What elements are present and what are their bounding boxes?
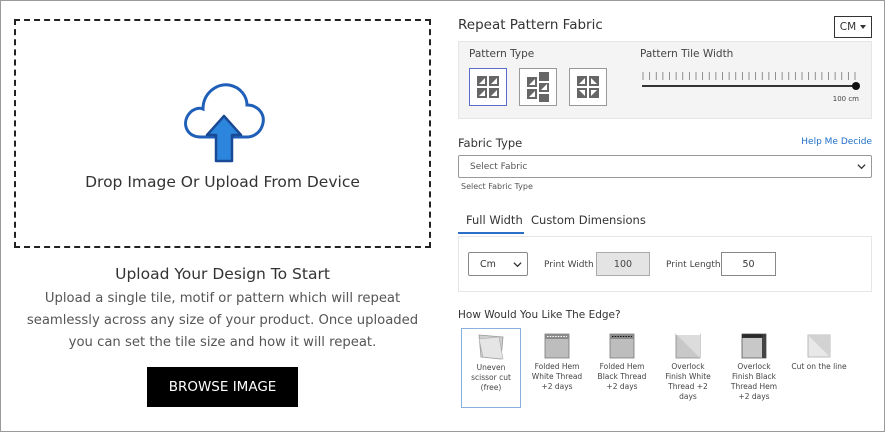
fabric-select-value: Select Fabric — [470, 161, 528, 172]
cloud-upload-icon — [184, 83, 265, 163]
pattern-option-grid[interactable] — [469, 68, 507, 106]
image-drop-zone[interactable]: Drop Image Or Upload From Device — [14, 19, 431, 248]
tab-full-width[interactable]: Full Width — [466, 213, 523, 227]
slider-track — [642, 85, 857, 87]
help-me-decide-link[interactable]: Help Me Decide — [801, 137, 872, 147]
edge-option-label: Overlock Finish Black Thread Hem +2 days — [730, 362, 778, 401]
print-width-input: 100 — [596, 252, 650, 276]
edge-option-cut-line[interactable]: Cut on the line — [789, 328, 849, 408]
slider-thumb[interactable] — [852, 82, 860, 90]
slider-ticks — [642, 72, 856, 80]
fabric-type-label: Fabric Type — [458, 136, 523, 150]
drop-instructions: Drop Image Or Upload From Device — [85, 173, 360, 191]
grid-repeat-icon — [477, 76, 499, 98]
print-width-label: Print Width — [544, 260, 594, 270]
folded-hem-black-icon — [609, 333, 635, 359]
dimension-unit-select[interactable]: Cm — [468, 252, 528, 276]
tile-width-value: 100 cm — [832, 95, 859, 103]
print-length-input[interactable]: 50 — [721, 252, 776, 276]
mirror-repeat-icon — [577, 76, 599, 98]
caret-down-icon — [860, 25, 867, 29]
fabric-select[interactable]: Select Fabric — [458, 155, 872, 178]
scissor-cut-edge-icon — [478, 334, 504, 360]
edge-option-label: Uneven scissor cut (free) — [471, 363, 511, 392]
print-length-label: Print Length — [666, 260, 721, 270]
dimensions-panel: Cm Print Width 100 Print Length 50 — [458, 236, 872, 292]
cut-line-edge-icon — [807, 334, 831, 358]
fabric-hint: Select Fabric Type — [461, 182, 533, 191]
pattern-type-label: Pattern Type — [469, 48, 535, 60]
upload-description: Upload a single tile, motif or pattern w… — [26, 291, 419, 350]
edge-option-label: Cut on the line — [791, 362, 847, 371]
chevron-down-icon — [513, 262, 522, 268]
edge-option-overlock-black[interactable]: Overlock Finish Black Thread Hem +2 days — [724, 328, 784, 408]
folded-hem-white-icon — [544, 333, 570, 359]
active-tab-indicator — [458, 232, 524, 234]
panel-title: Repeat Pattern Fabric — [458, 17, 603, 33]
pattern-settings: Pattern Type Pattern Tile Width 100 cm — [458, 41, 872, 119]
unit-dropdown-value: CM — [839, 21, 857, 33]
chevron-down-icon — [857, 164, 866, 170]
edge-option-folded-white[interactable]: Folded Hem White Thread +2 days — [527, 328, 587, 408]
overlock-black-icon — [741, 333, 767, 359]
browse-image-button[interactable]: BROWSE IMAGE — [147, 367, 298, 407]
upload-title: Upload Your Design To Start — [115, 265, 330, 283]
edge-option-label: Folded Hem White Thread +2 days — [531, 362, 583, 391]
dimension-unit-value: Cm — [480, 258, 496, 270]
unit-dropdown[interactable]: CM — [834, 16, 872, 38]
tab-custom-dimensions[interactable]: Custom Dimensions — [531, 213, 646, 227]
half-drop-repeat-icon — [527, 72, 549, 102]
pattern-option-half-drop[interactable] — [519, 68, 557, 106]
pattern-option-mirror[interactable] — [569, 68, 607, 106]
tile-width-label: Pattern Tile Width — [640, 48, 734, 60]
edge-option-overlock-white[interactable]: Overlock Finish White Thread +2 days — [658, 328, 718, 408]
overlock-white-icon — [675, 333, 701, 359]
edge-option-folded-black[interactable]: Folded Hem Black Thread +2 days — [592, 328, 652, 408]
edge-option-label: Overlock Finish White Thread +2 days — [665, 362, 711, 401]
edge-option-scissor-cut[interactable]: Uneven scissor cut (free) — [461, 328, 521, 408]
edge-question: How Would You Like The Edge? — [458, 309, 621, 321]
tile-width-slider[interactable] — [642, 70, 861, 90]
edge-option-label: Folded Hem Black Thread +2 days — [597, 362, 647, 391]
